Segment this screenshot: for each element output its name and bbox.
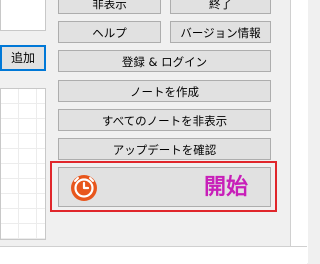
grid-panel[interactable] [0, 88, 46, 240]
hide-all-notes-button[interactable]: すべてのノートを非表示 [58, 109, 271, 131]
check-updates-button[interactable]: アップデートを確認 [58, 138, 271, 160]
create-note-button[interactable]: ノートを作成 [58, 80, 271, 102]
hide-button[interactable]: 非表示 [58, 0, 161, 14]
exit-button[interactable]: 終了 [170, 0, 271, 14]
start-label: 開始 [203, 175, 248, 200]
desktop-background-right [290, 0, 308, 263]
desktop-background-bottom [0, 246, 307, 264]
add-button[interactable]: 追加 [0, 45, 46, 71]
version-info-button[interactable]: バージョン情報 [170, 21, 271, 43]
register-login-button[interactable]: 登録 & ログイン [58, 50, 271, 72]
app-window: 追加 非表示 終了 ヘルプ バージョン情報 登録 & ログイン ノートを作成 す… [0, 0, 290, 246]
clock-icon [71, 175, 97, 201]
left-top-field[interactable] [0, 0, 46, 31]
help-button[interactable]: ヘルプ [58, 21, 161, 43]
left-panel: 追加 [0, 0, 47, 246]
start-button[interactable]: 開始 [58, 167, 271, 207]
